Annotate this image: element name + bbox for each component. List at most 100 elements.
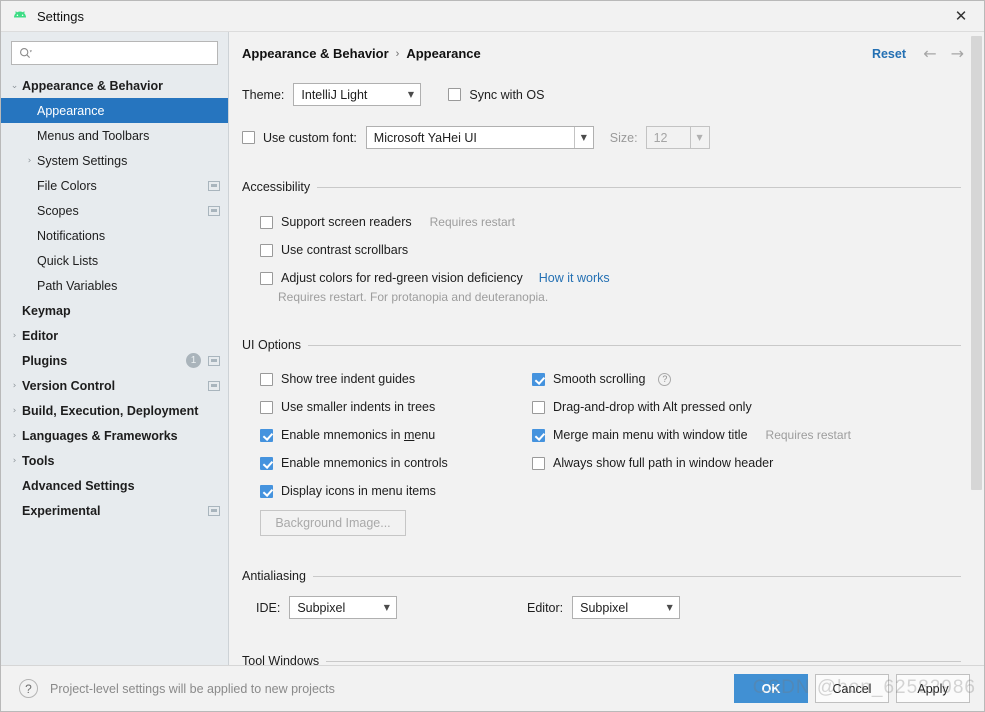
sidebar-item-file-colors[interactable]: File Colors bbox=[1, 173, 228, 198]
sidebar-item-appearance-behavior[interactable]: ⌄ Appearance & Behavior bbox=[1, 73, 228, 98]
chevron-right-icon[interactable]: › bbox=[7, 331, 22, 341]
help-icon[interactable]: ? bbox=[658, 372, 672, 386]
close-icon[interactable]: ✕ bbox=[938, 1, 984, 31]
use-custom-font-checkbox[interactable] bbox=[242, 131, 255, 144]
sidebar-item-advanced-settings[interactable]: Advanced Settings bbox=[1, 473, 228, 498]
sidebar-item-build-execution-deployment[interactable]: › Build, Execution, Deployment bbox=[1, 398, 228, 423]
ui-options-left-column: Show tree indent guides Use smaller inden… bbox=[260, 365, 448, 505]
chevron-right-icon: › bbox=[395, 47, 400, 60]
ui-option-right-2-checkbox[interactable] bbox=[532, 400, 545, 414]
section-divider bbox=[326, 660, 961, 662]
ui-option-left-5-row[interactable]: Display icons in menu items bbox=[260, 477, 448, 505]
sidebar-item-label: Notifications bbox=[37, 228, 106, 243]
accessibility-option-2-checkbox[interactable] bbox=[260, 243, 273, 257]
sync-with-os-row[interactable]: Sync with OS bbox=[448, 88, 544, 102]
ui-option-right-3-checkbox[interactable] bbox=[532, 428, 545, 442]
ui-option-right-4-label: Always show full path in window header bbox=[553, 456, 774, 470]
sidebar-item-label: Editor bbox=[22, 328, 59, 343]
ok-button[interactable]: OK bbox=[734, 674, 808, 703]
project-level-icon bbox=[208, 205, 220, 216]
ui-option-left-2-row[interactable]: Use smaller indents in trees bbox=[260, 393, 448, 421]
ui-option-left-3-row[interactable]: Enable mnemonics in menu bbox=[260, 421, 448, 449]
sidebar-item-label: Path Variables bbox=[37, 278, 118, 293]
how-it-works-link[interactable]: How it works bbox=[539, 271, 610, 285]
apply-button[interactable]: Apply bbox=[896, 674, 970, 703]
chevron-right-icon[interactable]: › bbox=[7, 406, 22, 416]
ui-option-right-1-checkbox[interactable] bbox=[532, 372, 545, 386]
ui-option-right-4-row[interactable]: Always show full path in window header bbox=[532, 449, 851, 477]
ui-option-right-3-row[interactable]: Merge main menu with window title Require… bbox=[532, 421, 851, 449]
sidebar-item-system-settings[interactable]: › System Settings bbox=[1, 148, 228, 173]
theme-select[interactable]: IntelliJ Light ▼ bbox=[293, 83, 422, 106]
ui-option-right-2-row[interactable]: Drag-and-drop with Alt pressed only bbox=[532, 393, 851, 421]
ui-option-left-1-checkbox[interactable] bbox=[260, 372, 273, 386]
ui-option-right-1-row[interactable]: Smooth scrolling? bbox=[532, 365, 851, 393]
sidebar-item-menus-and-toolbars[interactable]: Menus and Toolbars bbox=[1, 123, 228, 148]
accessibility-option-1-row[interactable]: Support screen readers Requires restart bbox=[260, 208, 610, 236]
sidebar-item-indicators bbox=[208, 173, 220, 198]
editor-antialiasing-select[interactable]: Subpixel ▼ bbox=[572, 596, 681, 619]
ide-antialiasing-select[interactable]: Subpixel ▼ bbox=[289, 596, 398, 619]
chevron-down-icon: ▼ bbox=[689, 127, 709, 148]
ui-option-left-1-row[interactable]: Show tree indent guides bbox=[260, 365, 448, 393]
cancel-button[interactable]: Cancel bbox=[815, 674, 889, 703]
chevron-down-icon[interactable]: ⌄ bbox=[7, 81, 22, 91]
ui-option-left-4-row[interactable]: Enable mnemonics in controls bbox=[260, 449, 448, 477]
sidebar-item-languages-frameworks[interactable]: › Languages & Frameworks bbox=[1, 423, 228, 448]
custom-font-select[interactable]: Microsoft YaHei UI ▼ bbox=[365, 126, 594, 149]
ui-option-left-2-checkbox[interactable] bbox=[260, 400, 273, 414]
chevron-right-icon[interactable]: › bbox=[7, 431, 22, 441]
sidebar-item-indicators bbox=[208, 198, 220, 223]
chevron-down-icon: ▼ bbox=[666, 603, 673, 612]
ui-option-left-5-label: Display icons in menu items bbox=[281, 484, 436, 498]
reset-button[interactable]: Reset bbox=[872, 47, 906, 61]
font-size-value: 12 bbox=[653, 130, 668, 145]
sync-with-os-checkbox[interactable] bbox=[448, 88, 462, 101]
search-box[interactable] bbox=[11, 41, 218, 65]
use-custom-font-row[interactable]: Use custom font: bbox=[242, 131, 357, 145]
arrow-left-icon[interactable]: ← bbox=[923, 44, 936, 63]
antialiasing-editor-row: Editor: Subpixel ▼ bbox=[527, 596, 681, 619]
title-bar: Settings ✕ bbox=[1, 1, 984, 32]
accessibility-option-2-row[interactable]: Use contrast scrollbars bbox=[260, 236, 610, 264]
sidebar-item-notifications[interactable]: Notifications bbox=[1, 223, 228, 248]
sidebar-item-plugins[interactable]: Plugins 1 bbox=[1, 348, 228, 373]
accessibility-option-3-label: Adjust colors for red-green vision defic… bbox=[281, 271, 523, 285]
sidebar-item-editor[interactable]: › Editor bbox=[1, 323, 228, 348]
sidebar-item-quick-lists[interactable]: Quick Lists bbox=[1, 248, 228, 273]
breadcrumb-root[interactable]: Appearance & Behavior bbox=[242, 46, 389, 61]
ui-options-right-column: Smooth scrolling? Drag-and-drop with Alt … bbox=[532, 365, 851, 477]
sidebar-item-path-variables[interactable]: Path Variables bbox=[1, 273, 228, 298]
chevron-down-icon: ▼ bbox=[383, 603, 390, 612]
accessibility-option-1-checkbox[interactable] bbox=[260, 215, 273, 229]
search-input[interactable] bbox=[35, 45, 205, 61]
sidebar-item-scopes[interactable]: Scopes bbox=[1, 198, 228, 223]
scrollbar-thumb[interactable] bbox=[971, 36, 982, 490]
ui-options-section-header: UI Options bbox=[242, 338, 961, 352]
content-scrollbar[interactable] bbox=[969, 32, 984, 666]
sidebar-item-experimental[interactable]: Experimental bbox=[1, 498, 228, 523]
font-size-select[interactable]: 12 ▼ bbox=[645, 126, 710, 149]
chevron-right-icon[interactable]: › bbox=[22, 156, 37, 166]
help-icon[interactable]: ? bbox=[19, 679, 38, 698]
accessibility-option-3-row[interactable]: Adjust colors for red-green vision defic… bbox=[260, 264, 610, 292]
ui-option-left-3-checkbox[interactable] bbox=[260, 428, 273, 442]
ui-option-right-4-checkbox[interactable] bbox=[532, 456, 545, 470]
sidebar-item-tools[interactable]: › Tools bbox=[1, 448, 228, 473]
ui-option-left-3-label: Enable mnemonics in menu bbox=[281, 428, 436, 442]
chevron-right-icon[interactable]: › bbox=[7, 381, 22, 391]
editor-label: Editor: bbox=[527, 600, 564, 615]
accessibility-option-3-checkbox[interactable] bbox=[260, 271, 273, 285]
chevron-right-icon[interactable]: › bbox=[7, 456, 22, 466]
accessibility-option-2-label: Use contrast scrollbars bbox=[281, 243, 409, 257]
accessibility-title: Accessibility bbox=[242, 180, 311, 194]
antialiasing-ide-row: IDE: Subpixel ▼ bbox=[256, 596, 398, 619]
theme-value: IntelliJ Light bbox=[301, 87, 368, 102]
arrow-right-icon[interactable]: → bbox=[951, 44, 964, 63]
sidebar-item-version-control[interactable]: › Version Control bbox=[1, 373, 228, 398]
ui-option-left-4-checkbox[interactable] bbox=[260, 456, 273, 470]
sidebar-item-keymap[interactable]: Keymap bbox=[1, 298, 228, 323]
ui-option-left-5-checkbox[interactable] bbox=[260, 484, 273, 498]
background-image-button[interactable]: Background Image... bbox=[260, 510, 406, 536]
sidebar-item-appearance[interactable]: Appearance bbox=[1, 98, 228, 123]
